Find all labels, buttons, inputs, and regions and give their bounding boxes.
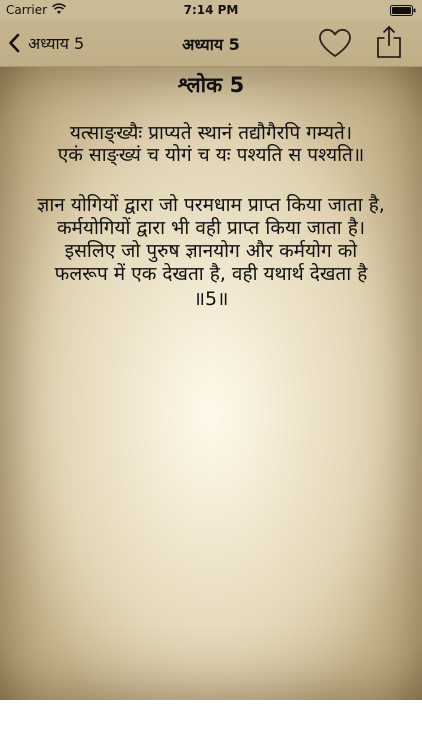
back-label: अध्याय 5 bbox=[28, 34, 85, 53]
navigation-bar: अध्याय 5 अध्याय 5 bbox=[0, 20, 422, 67]
battery-icon bbox=[390, 5, 416, 16]
bottom-blank-area bbox=[0, 700, 422, 750]
status-time: 7:14 PM bbox=[183, 3, 239, 17]
status-bar: Carrier 7:14 PM bbox=[0, 0, 422, 20]
sanskrit-line: एकं साङ्ख्यं च योगं च यः पश्यति स पश्यति… bbox=[57, 144, 365, 166]
verse-content: श्लोक 5 यत्साङ्ख्यैः प्राप्यते स्थानं तद… bbox=[0, 67, 422, 700]
verse-number: ॥5॥ bbox=[193, 288, 229, 310]
verse-title: श्लोक 5 bbox=[177, 73, 245, 97]
back-button[interactable]: अध्याय 5 bbox=[8, 28, 84, 58]
translation-line: फलरूप में एक देखता है, वही यथार्थ देखता … bbox=[54, 263, 368, 285]
favorite-button[interactable] bbox=[317, 27, 353, 59]
share-icon bbox=[377, 25, 401, 58]
app-screen: Carrier 7:14 PM अध्याय 5 अध्याय 5 श्लोक … bbox=[0, 0, 422, 750]
heart-outline-icon bbox=[319, 28, 351, 57]
chevron-left-icon bbox=[9, 33, 20, 53]
share-button[interactable] bbox=[376, 25, 402, 59]
